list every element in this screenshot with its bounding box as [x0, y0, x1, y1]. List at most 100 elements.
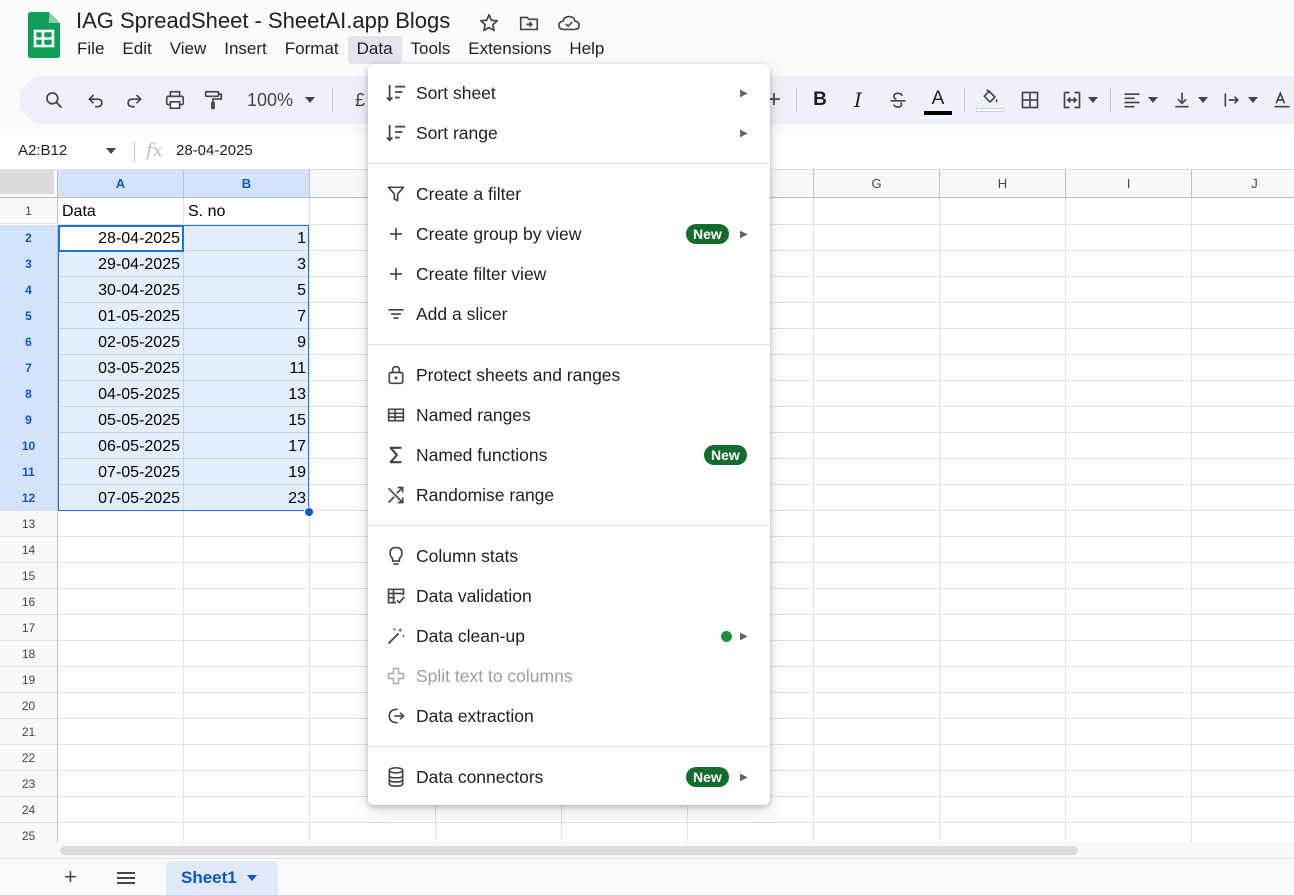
- menu-data[interactable]: Data: [347, 36, 402, 64]
- cell-b4[interactable]: 5: [184, 278, 310, 304]
- cell-b5[interactable]: 7: [184, 304, 310, 330]
- cell-a6[interactable]: 02-05-2025: [58, 330, 184, 356]
- row-header-24[interactable]: 24: [0, 797, 58, 823]
- row-header-21[interactable]: 21: [0, 719, 58, 745]
- menu-item-named-ranges[interactable]: Named ranges: [368, 395, 770, 435]
- column-header-h[interactable]: H: [940, 170, 1066, 198]
- row-header-13[interactable]: 13: [0, 511, 58, 537]
- row-header-11[interactable]: 11: [0, 459, 58, 485]
- menu-item-randomise-range[interactable]: Randomise range: [368, 475, 770, 515]
- column-header-j[interactable]: J: [1192, 170, 1294, 198]
- bold-icon[interactable]: B: [808, 76, 832, 124]
- horizontal-scrollbar[interactable]: [0, 842, 1294, 858]
- cell-a5[interactable]: 01-05-2025: [58, 304, 184, 330]
- row-header-23[interactable]: 23: [0, 771, 58, 797]
- move-to-folder-icon[interactable]: [516, 10, 542, 36]
- menu-item-create-group-by-view[interactable]: Create group by view New ▶: [368, 214, 770, 254]
- italic-icon[interactable]: I: [846, 76, 870, 124]
- cell-a9[interactable]: 05-05-2025: [58, 408, 184, 434]
- star-icon[interactable]: [476, 10, 502, 36]
- menu-tools[interactable]: Tools: [402, 36, 460, 64]
- menu-item-create-filter[interactable]: Create a filter: [368, 174, 770, 214]
- menu-help[interactable]: Help: [560, 36, 613, 64]
- borders-icon[interactable]: [1018, 76, 1042, 124]
- horizontal-align-icon[interactable]: [1120, 76, 1160, 124]
- row-header-12[interactable]: 12: [0, 485, 58, 511]
- row-header-17[interactable]: 17: [0, 615, 58, 641]
- column-header-i[interactable]: I: [1066, 170, 1192, 198]
- row-header-20[interactable]: 20: [0, 693, 58, 719]
- paint-format-icon[interactable]: [200, 76, 226, 124]
- cell-b1[interactable]: S. no: [184, 199, 310, 225]
- cell-b10[interactable]: 17: [184, 434, 310, 460]
- menu-edit[interactable]: Edit: [113, 36, 160, 64]
- redo-icon[interactable]: [122, 76, 146, 124]
- vertical-align-icon[interactable]: [1170, 76, 1210, 124]
- undo-icon[interactable]: [84, 76, 108, 124]
- row-header-16[interactable]: 16: [0, 589, 58, 615]
- cell-b3[interactable]: 3: [184, 252, 310, 278]
- row-header-3[interactable]: 3: [0, 251, 58, 277]
- menu-item-data-clean-up[interactable]: Data clean-up ▶: [368, 616, 770, 656]
- row-header-7[interactable]: 7: [0, 355, 58, 381]
- add-sheet-button[interactable]: +: [64, 866, 77, 888]
- cell-a4[interactable]: 30-04-2025: [58, 278, 184, 304]
- row-header-9[interactable]: 9: [0, 407, 58, 433]
- merge-cells-icon[interactable]: [1060, 76, 1100, 124]
- google-sheets-logo[interactable]: [26, 12, 60, 58]
- menu-item-data-extraction[interactable]: Data extraction: [368, 696, 770, 736]
- row-header-5[interactable]: 5: [0, 303, 58, 329]
- text-color-icon[interactable]: A: [922, 76, 954, 124]
- currency-icon[interactable]: £: [350, 76, 370, 124]
- row-header-18[interactable]: 18: [0, 641, 58, 667]
- row-header-14[interactable]: 14: [0, 537, 58, 563]
- menu-item-column-stats[interactable]: Column stats: [368, 536, 770, 576]
- menu-item-sort-sheet[interactable]: Sort sheet ▶: [368, 73, 770, 113]
- menu-item-create-filter-view[interactable]: Create filter view: [368, 254, 770, 294]
- row-header-2[interactable]: 2: [0, 225, 58, 251]
- row-header-4[interactable]: 4: [0, 277, 58, 303]
- chevron-down-icon[interactable]: [106, 148, 116, 154]
- column-header-b[interactable]: B: [184, 170, 310, 198]
- cell-a3[interactable]: 29-04-2025: [58, 252, 184, 278]
- strikethrough-icon[interactable]: [886, 76, 910, 124]
- print-icon[interactable]: [162, 76, 188, 124]
- sheet-tab-sheet1[interactable]: Sheet1: [166, 861, 278, 895]
- cell-b7[interactable]: 11: [184, 356, 310, 382]
- cell-b6[interactable]: 9: [184, 330, 310, 356]
- cell-b12[interactable]: 23: [184, 486, 310, 512]
- text-rotation-icon[interactable]: [1270, 76, 1294, 124]
- cloud-saved-icon[interactable]: [556, 10, 582, 36]
- row-header-19[interactable]: 19: [0, 667, 58, 693]
- cell-b9[interactable]: 15: [184, 408, 310, 434]
- cell-a8[interactable]: 04-05-2025: [58, 382, 184, 408]
- fill-color-icon[interactable]: [974, 76, 1006, 124]
- formula-input[interactable]: 28-04-2025: [176, 142, 253, 159]
- row-header-6[interactable]: 6: [0, 329, 58, 355]
- menu-item-protect-sheets[interactable]: Protect sheets and ranges: [368, 355, 770, 395]
- menu-format[interactable]: Format: [276, 36, 348, 64]
- menu-file[interactable]: File: [68, 36, 113, 64]
- scrollbar-thumb[interactable]: [60, 846, 1078, 855]
- text-wrapping-icon[interactable]: [1220, 76, 1260, 124]
- menu-item-add-slicer[interactable]: Add a slicer: [368, 294, 770, 334]
- menu-item-data-validation[interactable]: Data validation: [368, 576, 770, 616]
- cell-b2[interactable]: 1: [184, 226, 310, 252]
- column-header-g[interactable]: G: [814, 170, 940, 198]
- chevron-down-icon[interactable]: [246, 875, 257, 881]
- row-header-1[interactable]: 1: [0, 198, 58, 224]
- column-header-a[interactable]: A: [58, 170, 184, 198]
- cell-b11[interactable]: 19: [184, 460, 310, 486]
- cell-a1[interactable]: Data: [58, 199, 184, 225]
- name-box[interactable]: A2:B12: [18, 142, 67, 159]
- menu-insert[interactable]: Insert: [215, 36, 276, 64]
- cell-a10[interactable]: 06-05-2025: [58, 434, 184, 460]
- row-header-25[interactable]: 25: [0, 823, 58, 842]
- search-icon[interactable]: [40, 76, 68, 124]
- cell-a11[interactable]: 07-05-2025: [58, 460, 184, 486]
- document-title[interactable]: IAG SpreadSheet - SheetAI.app Blogs: [76, 8, 450, 34]
- row-header-8[interactable]: 8: [0, 381, 58, 407]
- cell-a2[interactable]: 28-04-2025: [58, 226, 184, 252]
- row-header-22[interactable]: 22: [0, 745, 58, 771]
- cell-a12[interactable]: 07-05-2025: [58, 486, 184, 512]
